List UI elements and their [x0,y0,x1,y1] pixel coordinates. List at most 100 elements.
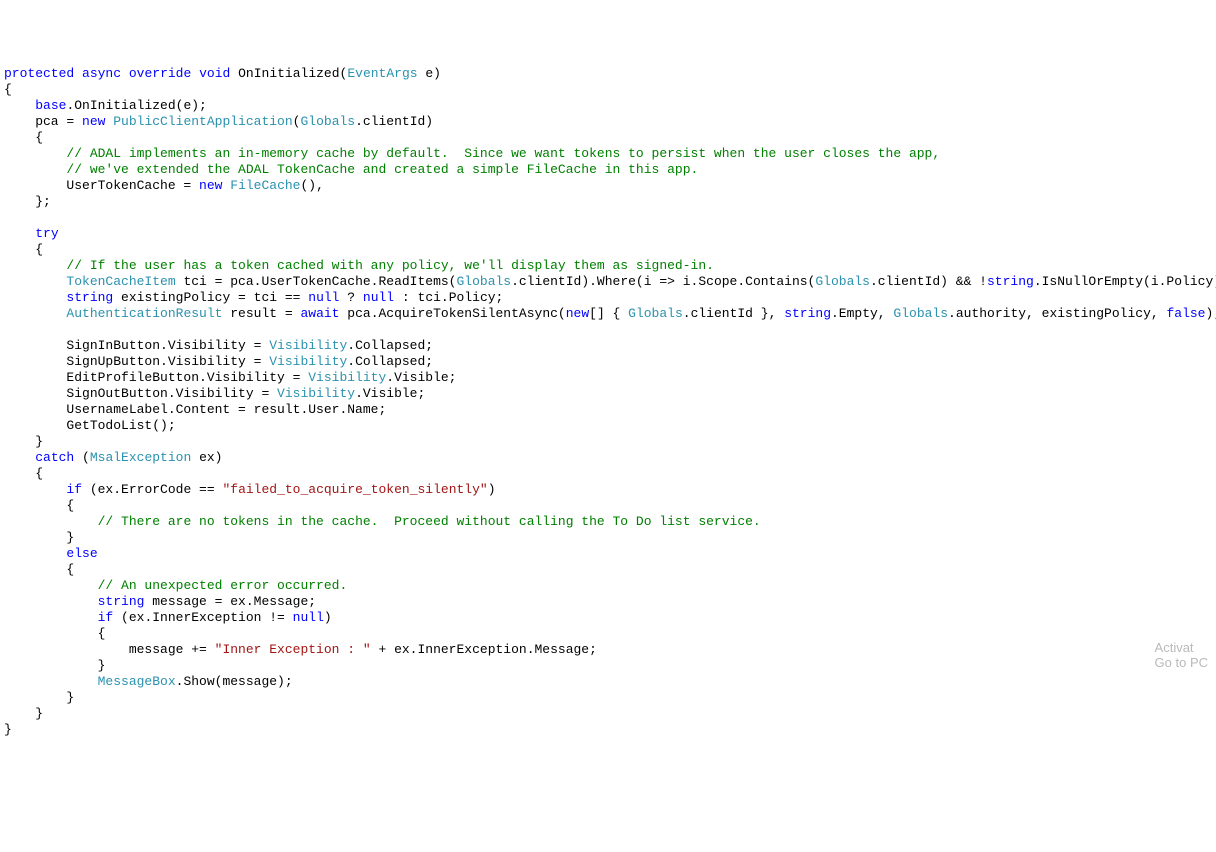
code-text: .OnInitialized(e); [66,98,206,113]
keyword: string [784,306,831,321]
code-text: .clientId).Where(i => i.Scope.Contains( [511,274,815,289]
keyword: if [98,610,114,625]
code-text [4,482,66,497]
code-text: } [4,434,43,449]
keyword: void [199,66,230,81]
code-text [4,146,66,161]
code-text [4,98,35,113]
code-block: protected async override void OnInitiali… [4,66,1212,738]
keyword: new [82,114,105,129]
code-text: .Collapsed; [347,338,433,353]
code-text: ? [340,290,363,305]
code-text: ex) [191,450,222,465]
keyword: string [987,274,1034,289]
code-text: } [4,722,12,737]
code-text: .Empty, [831,306,893,321]
code-text: (ex.InnerException != [113,610,292,625]
keyword: string [66,290,113,305]
keyword: null [363,290,394,305]
keyword: false [1166,306,1205,321]
code-text [4,162,66,177]
keyword: override [129,66,191,81]
code-text: + ex.InnerException.Message; [371,642,597,657]
code-text: pca = [4,114,82,129]
code-text: existingPolicy = tci == [113,290,308,305]
code-text: { [4,466,43,481]
code-text: { [4,130,43,145]
code-text: ) [488,482,496,497]
type: EventArgs [347,66,417,81]
keyword: new [199,178,222,193]
code-text: SignUpButton.Visibility = [4,354,269,369]
type: Visibility [308,370,386,385]
code-text [4,450,35,465]
code-text: message = ex.Message; [144,594,316,609]
code-text: } [4,706,43,721]
keyword: try [35,226,58,241]
comment: // If the user has a token cached with a… [66,258,714,273]
code-text: } [4,530,74,545]
code-text [4,546,66,561]
code-text [4,306,66,321]
keyword: null [293,610,324,625]
code-text: { [4,82,12,97]
keyword: new [566,306,589,321]
code-text: result = [222,306,300,321]
code-text: .clientId) [355,114,433,129]
keyword: else [66,546,97,561]
code-text: UsernameLabel.Content = result.User.Name… [4,402,386,417]
code-text [4,610,98,625]
type: Visibility [269,354,347,369]
code-text [4,274,66,289]
keyword: await [300,306,339,321]
keyword: null [308,290,339,305]
type: Globals [893,306,948,321]
string: "Inner Exception : " [215,642,371,657]
code-text: tci = pca.UserTokenCache.ReadItems( [176,274,457,289]
code-text: GetTodoList(); [4,418,176,433]
type: Visibility [269,338,347,353]
code-text: UserTokenCache = [4,178,199,193]
keyword: protected [4,66,74,81]
code-text: e) [418,66,441,81]
type: TokenCacheItem [66,274,175,289]
code-text: pca.AcquireTokenSilentAsync( [339,306,565,321]
type: Globals [457,274,512,289]
code-text: .clientId }, [683,306,784,321]
code-text: { [4,562,74,577]
code-text: ) [324,610,332,625]
comment: // we've extended the ADAL TokenCache an… [66,162,698,177]
code-text: .authority, existingPolicy, [948,306,1166,321]
code-text: ( [74,450,90,465]
code-text: message += [4,642,215,657]
code-text: { [4,242,43,257]
code-text: }; [4,194,51,209]
keyword: string [98,594,145,609]
code-text [4,226,35,241]
keyword: async [82,66,121,81]
code-text: .IsNullOrEmpty(i.Policy)).FirstOrDefault… [1034,274,1216,289]
code-text: (ex.ErrorCode == [82,482,222,497]
code-text: .Show(message); [176,674,293,689]
code-text: SignInButton.Visibility = [4,338,269,353]
type: Visibility [277,386,355,401]
type: AuthenticationResult [66,306,222,321]
type: PublicClientApplication [113,114,292,129]
code-text: [] { [589,306,628,321]
code-text: OnInitialized( [230,66,347,81]
code-text [4,578,98,593]
code-text [4,594,98,609]
type: Globals [628,306,683,321]
code-text [4,514,98,529]
code-text: SignOutButton.Visibility = [4,386,277,401]
code-text: .clientId) && ! [870,274,987,289]
code-text: .Collapsed; [347,354,433,369]
code-text [4,290,66,305]
comment: // ADAL implements an in-memory cache by… [66,146,940,161]
code-text: (), [300,178,323,193]
type: FileCache [230,178,300,193]
code-text: .Visible; [386,370,456,385]
code-text [4,674,98,689]
comment: // There are no tokens in the cache. Pro… [98,514,761,529]
keyword: base [35,98,66,113]
